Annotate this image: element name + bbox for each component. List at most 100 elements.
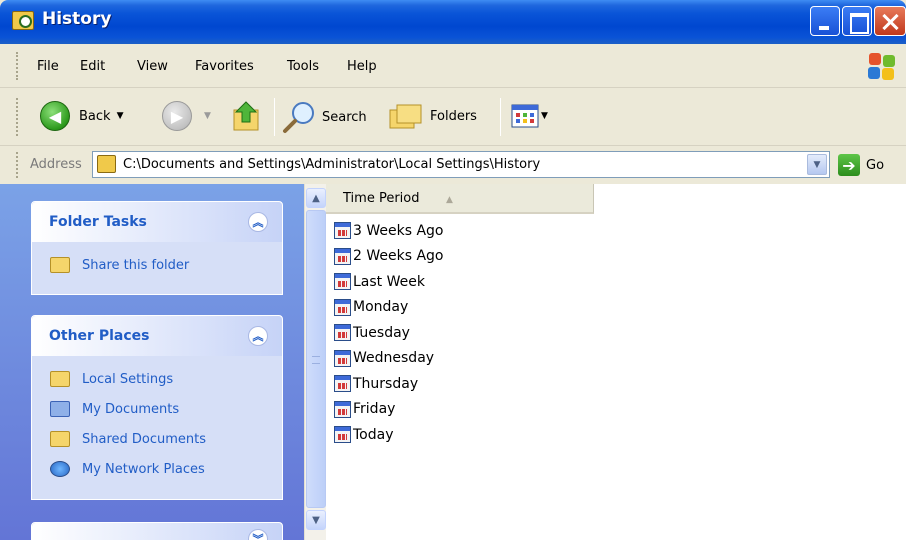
back-label: Back: [79, 108, 111, 124]
details-header[interactable]: ︾: [32, 523, 282, 540]
menu-file[interactable]: File: [37, 59, 59, 74]
address-input[interactable]: C:\Documents and Settings\Administrator\…: [92, 151, 830, 178]
place-local-settings[interactable]: Local Settings: [50, 364, 282, 394]
address-path: C:\Documents and Settings\Administrator\…: [123, 157, 541, 172]
list-item-label: Wednesday: [353, 350, 435, 367]
scroll-thumb[interactable]: [306, 210, 326, 508]
go-button[interactable]: ➔ Go: [838, 154, 884, 176]
list-item[interactable]: Tuesday: [334, 320, 444, 346]
place-shared-documents[interactable]: Shared Documents: [50, 424, 282, 454]
column-header-time-period[interactable]: Time Period ▲: [326, 184, 594, 214]
place-label: My Network Places: [82, 461, 205, 477]
standard-toolbar: ◀ Back ▼ ▶ ▼ Search Folders ▼: [0, 88, 906, 146]
list-item[interactable]: Today: [334, 422, 444, 448]
calendar-icon: [334, 375, 351, 393]
calendar-icon: [334, 273, 351, 291]
calendar-icon: [334, 222, 351, 240]
up-folder-icon: [233, 101, 259, 131]
back-dropdown-icon[interactable]: ▼: [117, 111, 124, 121]
calendar-icon: [334, 298, 351, 316]
folder-tasks-title: Folder Tasks: [49, 214, 147, 230]
task-pane: Folder Tasks ︽ Share this folder Other P…: [0, 184, 304, 540]
place-my-network-places[interactable]: My Network Places: [50, 454, 282, 484]
list-item[interactable]: Monday: [334, 295, 444, 321]
window-title: History: [42, 9, 112, 29]
calendar-icon: [334, 349, 351, 367]
share-folder-link[interactable]: Share this folder: [50, 250, 282, 280]
search-button[interactable]: Search: [282, 100, 367, 134]
list-item[interactable]: 3 Weeks Ago: [334, 218, 444, 244]
time-period-list: 3 Weeks Ago 2 Weeks Ago Last Week Monday…: [334, 218, 444, 448]
calendar-icon: [334, 400, 351, 418]
calendar-icon: [334, 247, 351, 265]
search-label: Search: [322, 109, 367, 125]
maximize-button[interactable]: [842, 6, 872, 36]
task-pane-scrollbar[interactable]: ▲ ▼: [304, 184, 326, 540]
toolbar-separator: [274, 98, 275, 136]
calendar-icon: [334, 324, 351, 342]
list-item[interactable]: Last Week: [334, 269, 444, 295]
go-label: Go: [866, 157, 885, 173]
forward-dropdown-icon[interactable]: ▼: [204, 111, 211, 121]
list-item[interactable]: Friday: [334, 397, 444, 423]
share-folder-icon: [50, 257, 70, 273]
other-places-panel: Other Places ︽ Local Settings My Documen…: [31, 315, 283, 500]
forward-arrow-icon: ▶: [162, 101, 192, 131]
list-item[interactable]: Wednesday: [334, 346, 444, 372]
list-item[interactable]: 2 Weeks Ago: [334, 244, 444, 270]
other-places-title: Other Places: [49, 328, 150, 344]
menu-help[interactable]: Help: [347, 59, 377, 74]
file-list-pane: Time Period ▲ 3 Weeks Ago 2 Weeks Ago La…: [326, 184, 906, 540]
address-dropdown-icon[interactable]: ▼: [807, 154, 827, 175]
list-item-label: Friday: [353, 401, 396, 418]
details-panel: ︾: [31, 522, 283, 540]
menu-grip: [16, 52, 20, 80]
list-item-label: Monday: [353, 299, 409, 316]
close-button[interactable]: [874, 6, 906, 36]
place-label: Shared Documents: [82, 431, 207, 447]
explorer-window: History File Edit View Favorites Tools H…: [0, 0, 906, 540]
list-item-label: 3 Weeks Ago: [353, 222, 444, 239]
views-icon: [511, 104, 539, 128]
menu-view[interactable]: View: [137, 59, 168, 74]
folders-label: Folders: [430, 108, 477, 124]
collapse-icon[interactable]: ︽: [248, 212, 268, 232]
menu-edit[interactable]: Edit: [80, 59, 105, 74]
folders-button[interactable]: Folders: [388, 100, 477, 132]
place-my-documents[interactable]: My Documents: [50, 394, 282, 424]
menu-favorites[interactable]: Favorites: [195, 59, 254, 74]
scroll-down-icon[interactable]: ▼: [306, 510, 326, 530]
title-bar[interactable]: History: [0, 0, 906, 44]
history-folder-icon: [97, 155, 116, 173]
collapse-icon[interactable]: ︽: [248, 326, 268, 346]
views-dropdown-icon[interactable]: ▼: [541, 111, 548, 121]
folder-tasks-panel: Folder Tasks ︽ Share this folder: [31, 201, 283, 295]
my-documents-icon: [50, 401, 70, 417]
list-item-label: Last Week: [353, 273, 425, 290]
menu-bar: File Edit View Favorites Tools Help: [0, 44, 906, 88]
minimize-button[interactable]: [810, 6, 840, 36]
search-icon: [283, 102, 314, 133]
menu-tools[interactable]: Tools: [287, 59, 319, 74]
folder-icon: [50, 431, 70, 447]
place-label: Local Settings: [82, 371, 174, 387]
address-label: Address: [30, 157, 82, 172]
other-places-header[interactable]: Other Places ︽: [32, 316, 282, 356]
toolbar-grip: [16, 98, 20, 136]
list-item-label: 2 Weeks Ago: [353, 248, 444, 265]
scroll-up-icon[interactable]: ▲: [306, 188, 326, 208]
scroll-grip: [312, 356, 320, 364]
list-item-label: Tuesday: [353, 324, 410, 341]
back-arrow-icon: ◀: [40, 101, 70, 131]
sort-ascending-icon: ▲: [446, 195, 453, 205]
folder-tasks-header[interactable]: Folder Tasks ︽: [32, 202, 282, 242]
views-button[interactable]: ▼: [511, 104, 548, 128]
back-button[interactable]: ◀ Back ▼: [40, 101, 123, 131]
share-folder-label: Share this folder: [82, 257, 190, 273]
folder-icon: [50, 371, 70, 387]
history-folder-icon: [12, 11, 34, 30]
up-folder-button[interactable]: [232, 100, 262, 132]
list-item[interactable]: Thursday: [334, 371, 444, 397]
collapse-icon[interactable]: ︾: [248, 529, 268, 540]
forward-button[interactable]: ▶ ▼: [162, 101, 211, 131]
